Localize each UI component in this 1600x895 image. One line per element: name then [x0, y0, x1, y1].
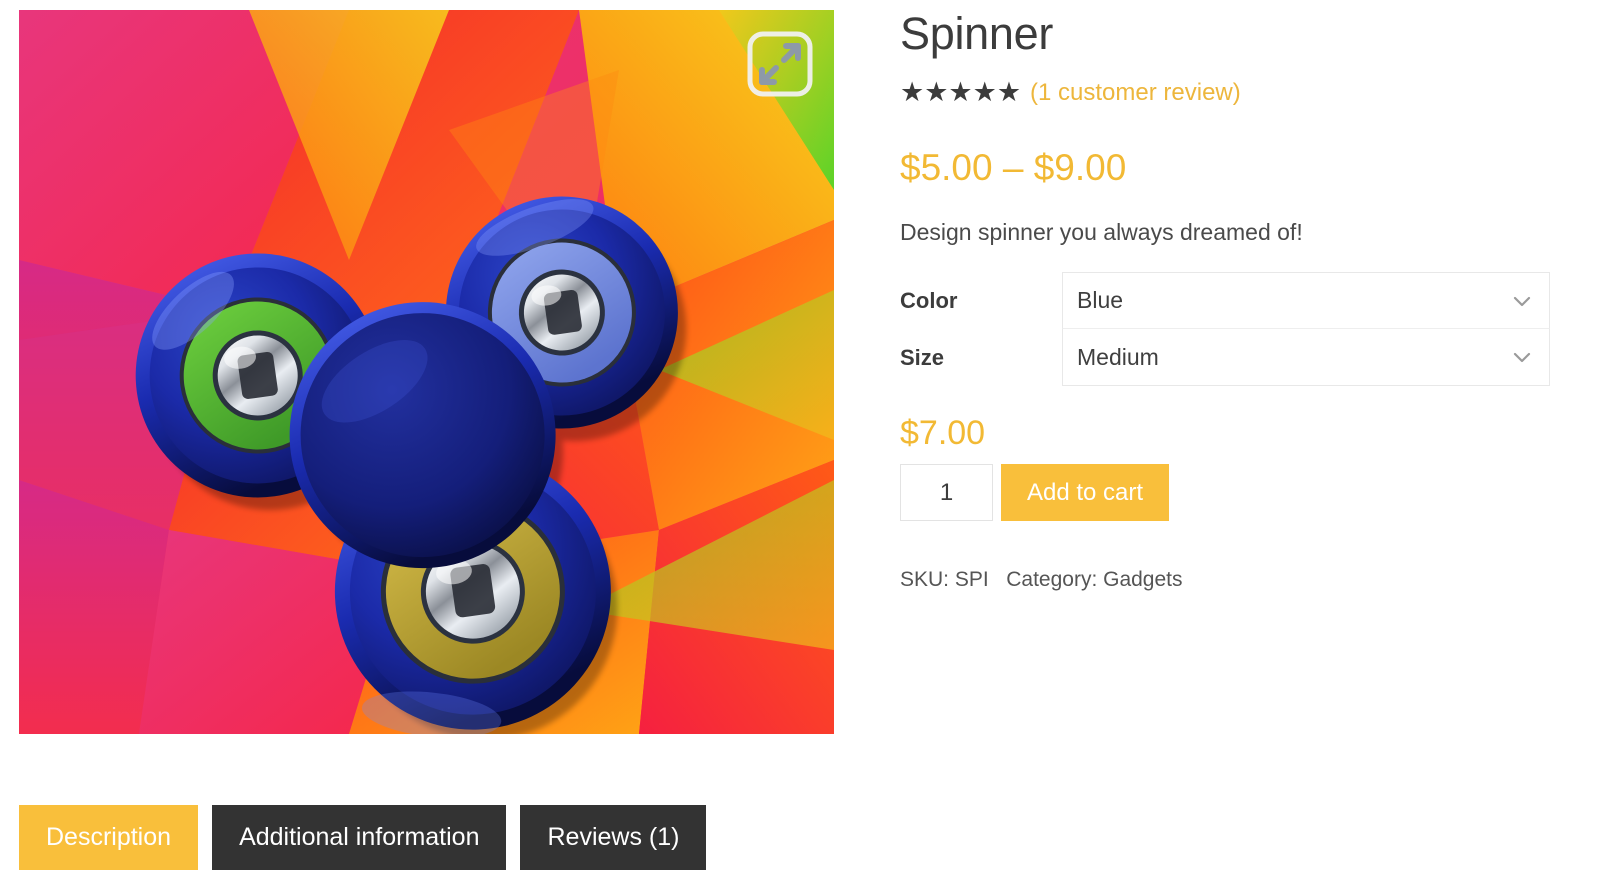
chevron-down-icon: [1511, 346, 1533, 368]
page-title: Spinner: [900, 8, 1054, 59]
variations-table: Color Blue Size Medium: [900, 272, 1550, 386]
cart-row: Add to cart: [900, 464, 1560, 521]
customer-review-link[interactable]: (1 customer review): [1030, 79, 1241, 106]
chevron-down-icon: [1511, 290, 1533, 312]
product-image[interactable]: [19, 10, 834, 734]
expand-image-button[interactable]: [744, 28, 816, 100]
product-sku: SKU: SPI: [900, 568, 989, 591]
product-summary: Spinner ★★★★★ (1 customer review) $5.00 …: [900, 0, 1560, 593]
short-description: Design spinner you always dreamed of!: [900, 219, 1303, 245]
variation-label-size: Size: [900, 344, 945, 370]
selected-variation-price: $7.00: [900, 414, 986, 452]
product-page: Spinner ★★★★★ (1 customer review) $5.00 …: [0, 0, 1600, 895]
tab-additional-information[interactable]: Additional information: [212, 805, 507, 870]
variation-row-size: Size Medium: [900, 329, 1550, 386]
size-select-value: Medium: [1077, 343, 1159, 370]
variation-row-color: Color Blue: [900, 272, 1550, 329]
tab-reviews[interactable]: Reviews (1): [520, 805, 707, 870]
quantity-input[interactable]: [900, 464, 993, 521]
star-rating-icon: ★★★★★: [900, 76, 1022, 107]
product-gallery: [19, 10, 834, 734]
color-select[interactable]: Blue: [1062, 272, 1550, 329]
product-tabs: Description Additional information Revie…: [19, 805, 720, 870]
product-category: Category: Gadgets: [1006, 568, 1183, 591]
tab-description[interactable]: Description: [19, 805, 199, 870]
rating-row: ★★★★★ (1 customer review): [900, 78, 1560, 106]
add-to-cart-button[interactable]: Add to cart: [1001, 464, 1170, 521]
expand-icon: [747, 31, 813, 97]
price-range: $5.00 – $9.00: [900, 147, 1127, 188]
color-select-value: Blue: [1077, 287, 1124, 313]
product-meta: SKU: SPI Category: Gadgets: [900, 567, 1560, 593]
size-select[interactable]: Medium: [1062, 329, 1550, 386]
variation-label-color: Color: [900, 287, 958, 313]
